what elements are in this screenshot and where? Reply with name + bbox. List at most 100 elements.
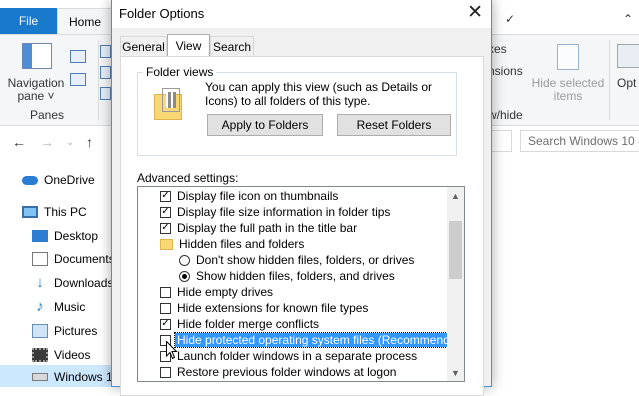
options-button-label[interactable]: Opt [617, 77, 636, 90]
layout-icon[interactable] [100, 45, 111, 58]
setting-label: Hide empty drives [177, 285, 274, 299]
recent-locations-icon[interactable]: ⌄ [66, 137, 74, 148]
tree-item-label: Documents [54, 252, 115, 266]
checkbox-unchecked[interactable] [160, 286, 171, 298]
tab-file[interactable]: File [0, 8, 57, 34]
setting-label: Show hidden files, folders, and drives [196, 269, 395, 283]
downloads-folder-icon: ↓ [36, 274, 44, 291]
ribbon-group-divider [98, 40, 99, 120]
tree-item-desktop[interactable]: Desktop [32, 226, 98, 246]
setting-display-full-path[interactable]: ✓ Display the full path in the title bar [160, 220, 357, 236]
folder-views-legend: Folder views [143, 65, 217, 79]
checkbox-unchecked[interactable] [160, 302, 171, 314]
folder-options-dialog: Folder Options ✕ General View Search Fol… [111, 0, 492, 396]
tab-search[interactable]: Search [210, 36, 254, 56]
setting-display-file-size[interactable]: ✓ Display file size information in folde… [160, 204, 390, 220]
mouse-pointer-icon [166, 341, 178, 360]
help-chevron-icon[interactable]: ⌃ [623, 12, 633, 26]
tree-item-label: This PC [44, 205, 87, 219]
desktop-folder-icon [32, 230, 48, 242]
setting-label: Launch folder windows in a separate proc… [177, 349, 418, 363]
setting-label: Hidden files and folders [179, 237, 305, 251]
checkbox-checked[interactable]: ✓ [160, 206, 171, 218]
setting-hide-protected-os-files[interactable]: Hide protected operating system files (R… [160, 332, 464, 348]
setting-label: Restore previous folder windows at logon [177, 365, 397, 379]
tree-item-label: OneDrive [44, 173, 95, 187]
tree-item-documents[interactable]: Documents [32, 249, 115, 269]
options-icon[interactable] [617, 44, 639, 68]
preview-pane-icon[interactable] [70, 50, 86, 63]
tree-item-label: Music [54, 300, 86, 314]
folder-views-icon [154, 88, 184, 120]
reset-folders-button[interactable]: Reset Folders [337, 114, 451, 136]
dialog-title: Folder Options [119, 6, 205, 21]
checkbox-checked[interactable]: ✓ [160, 318, 171, 330]
setting-launch-separate-process[interactable]: Launch folder windows in a separate proc… [160, 348, 417, 364]
hide-selected-items-line2: items [553, 89, 583, 103]
setting-hide-extensions[interactable]: Hide extensions for known file types [160, 300, 368, 316]
advanced-settings-label: Advanced settings: [137, 171, 239, 185]
up-arrow-icon[interactable]: ↑ [86, 134, 93, 150]
checkbox-checked[interactable]: ✓ [160, 190, 171, 202]
hide-selected-items-icon [557, 44, 579, 70]
tree-item-onedrive[interactable]: OneDrive [22, 170, 95, 190]
tree-item-label: Desktop [54, 229, 99, 243]
search-input[interactable]: Search Windows 10 (/ [520, 130, 639, 152]
documents-folder-icon [32, 252, 48, 266]
checkbox-unchecked[interactable] [160, 366, 171, 378]
radio-unselected[interactable] [179, 254, 190, 266]
setting-label: Hide folder merge conflicts [177, 317, 320, 331]
checkbox-checked[interactable]: ✓ [160, 222, 171, 234]
tree-item-videos[interactable]: Videos [32, 345, 90, 365]
setting-restore-previous-windows[interactable]: Restore previous folder windows at logon [160, 364, 396, 380]
dialog-title-bar[interactable]: Folder Options ✕ [112, 0, 491, 28]
setting-dont-show-hidden[interactable]: Don't show hidden files, folders, or dri… [179, 252, 414, 268]
onedrive-icon [22, 175, 38, 185]
tree-item-this-pc[interactable]: This PC [22, 202, 87, 222]
music-folder-icon: ♪ [36, 298, 44, 315]
tree-item-pictures[interactable]: Pictures [32, 321, 97, 341]
setting-display-file-icon[interactable]: ✓ Display file icon on thumbnails [160, 188, 338, 204]
show-hide-group-label: w/hide [488, 108, 523, 122]
tree-item-downloads[interactable]: ↓ Downloads [32, 273, 113, 293]
tree-item-music[interactable]: ♪ Music [32, 297, 85, 317]
advanced-settings-list[interactable]: ✓ Display file icon on thumbnails ✓ Disp… [137, 186, 465, 382]
setting-hide-merge-conflicts[interactable]: ✓ Hide folder merge conflicts [160, 316, 319, 332]
tab-general[interactable]: General [120, 36, 167, 56]
navigation-pane-icon[interactable] [22, 43, 52, 69]
setting-label-selected: Hide protected operating system files (R… [173, 332, 464, 348]
forward-arrow-icon[interactable]: → [40, 134, 54, 150]
setting-show-hidden[interactable]: Show hidden files, folders, and drives [179, 268, 395, 284]
quick-access-check-icon: ✓ [505, 12, 516, 26]
scroll-down-icon[interactable]: ▼ [447, 364, 464, 381]
tree-item-label: Pictures [54, 324, 98, 338]
panes-group-label: Panes [29, 108, 65, 122]
setting-label: Don't show hidden files, folders, or dri… [196, 253, 415, 267]
radio-selected[interactable] [179, 270, 190, 282]
computer-icon [22, 206, 38, 218]
pictures-folder-icon [32, 324, 48, 338]
tab-home[interactable]: Home [57, 8, 113, 34]
setting-label: Display file icon on thumbnails [177, 189, 339, 203]
back-arrow-icon[interactable]: ← [12, 134, 26, 150]
setting-hide-empty-drives[interactable]: Hide empty drives [160, 284, 273, 300]
details-pane-icon[interactable] [70, 73, 86, 86]
drive-icon [32, 373, 48, 381]
layout-icon[interactable] [100, 66, 111, 79]
apply-to-folders-button[interactable]: Apply to Folders [207, 114, 323, 136]
navigation-pane-button-line2[interactable]: pane ˅ [4, 90, 68, 103]
scroll-thumb[interactable] [449, 221, 462, 279]
setting-label: Hide extensions for known file types [177, 301, 369, 315]
setting-label: Display file size information in folder … [177, 205, 391, 219]
vertical-scrollbar[interactable]: ▲ ▼ [447, 187, 464, 381]
tab-view[interactable]: View [167, 34, 210, 56]
file-name-extensions-label[interactable]: nsions [488, 65, 523, 78]
tree-item-windows-drive[interactable]: Windows 10 [32, 367, 119, 387]
setting-label: Display the full path in the title bar [177, 221, 358, 235]
scroll-up-icon[interactable]: ▲ [447, 187, 464, 204]
close-icon[interactable]: ✕ [467, 2, 483, 24]
layout-icon[interactable] [100, 87, 111, 100]
ribbon-group-divider [609, 40, 610, 120]
tree-item-label: Videos [54, 348, 91, 362]
folder-views-description: You can apply this view (such as Details… [205, 80, 433, 108]
